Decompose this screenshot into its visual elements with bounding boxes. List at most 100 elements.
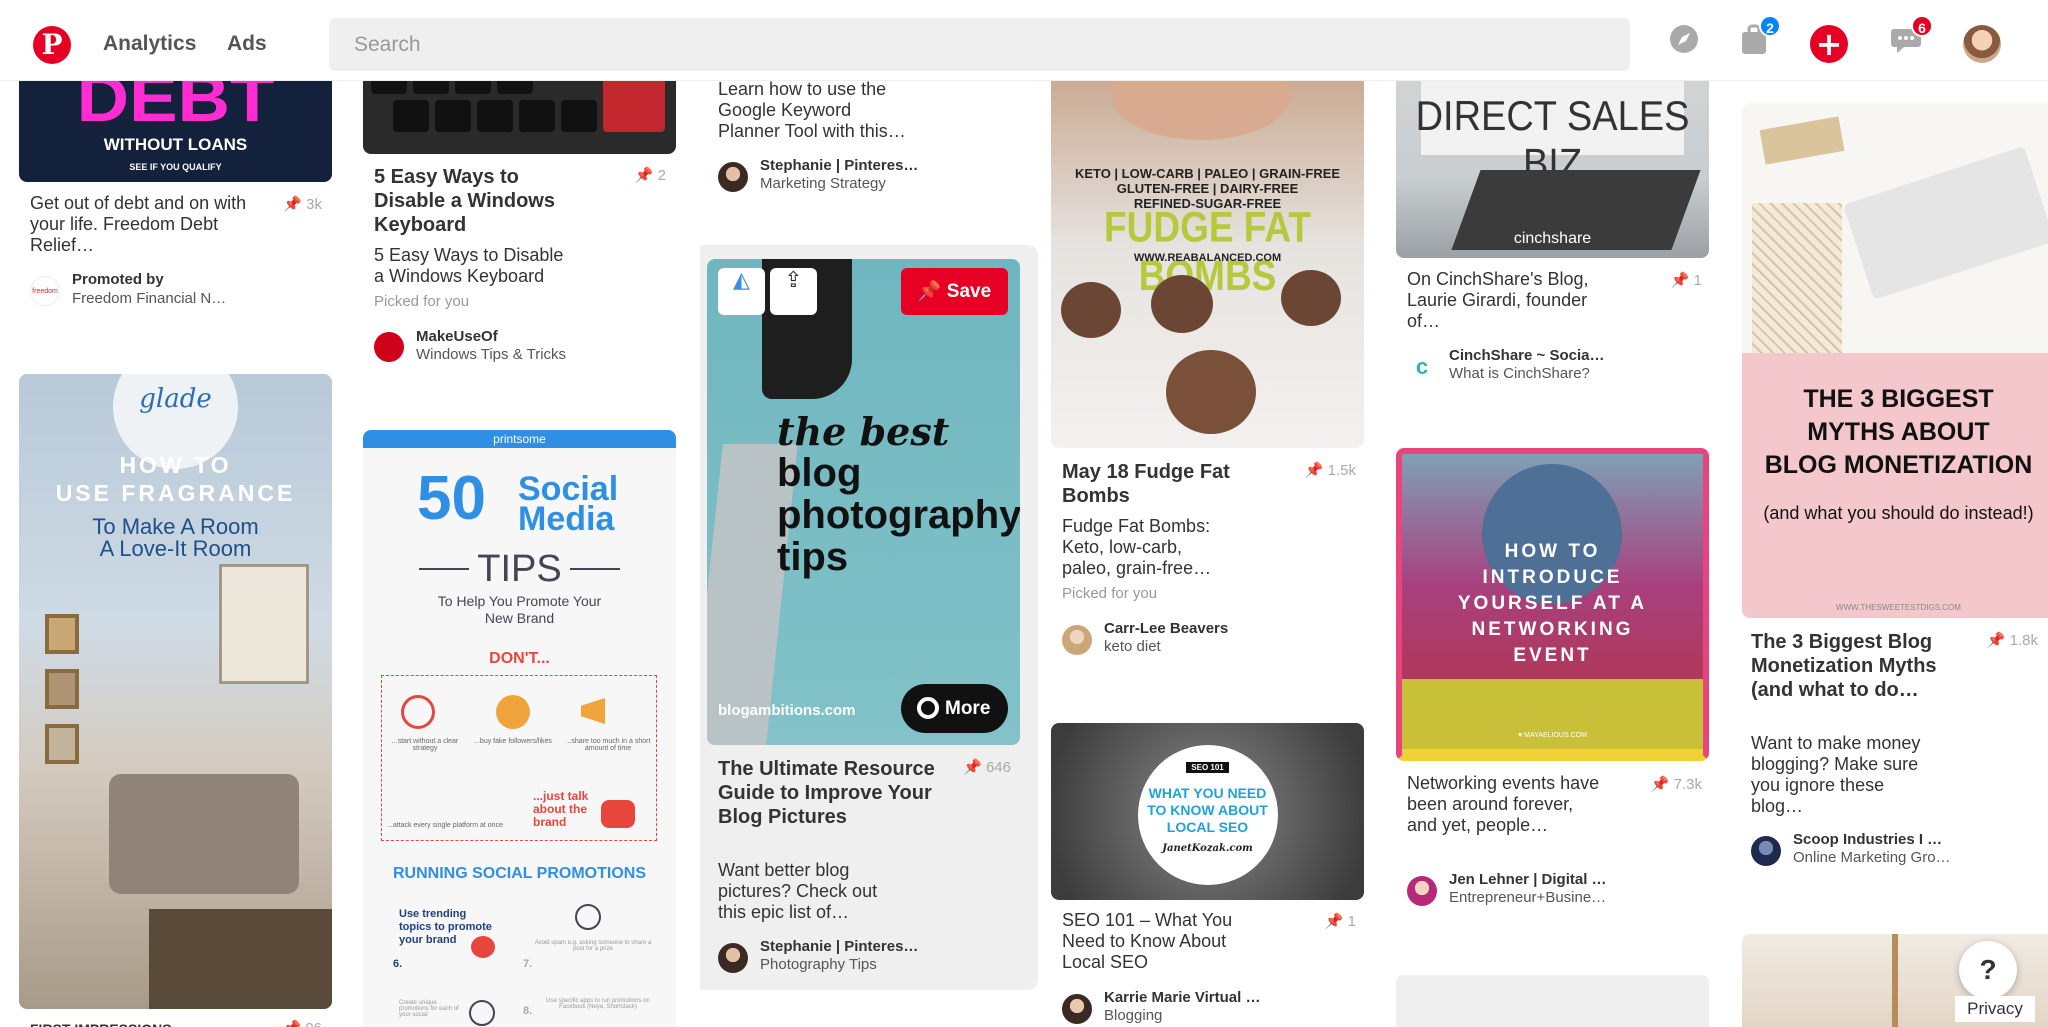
seo-pin-image[interactable]: SEO 101 WHAT YOU NEED TO KNOW ABOUT LOCA… (1051, 723, 1364, 900)
cinch-description: On CinchShare's Blog, Laurie Girardi, fo… (1407, 269, 1589, 331)
scoop-avatar[interactable] (1751, 836, 1781, 866)
tip-9-text: Create unique promotions for each of you… (399, 1000, 459, 1018)
fudge-board[interactable]: keto diet (1104, 638, 1161, 655)
keyword-board[interactable]: Marketing Strategy (760, 175, 886, 192)
blog-line-3: photography (777, 493, 1020, 537)
myths-title[interactable]: The 3 Biggest Blog Monetization Myths (a… (1751, 630, 1971, 702)
help-button[interactable]: ? (1959, 941, 2017, 999)
network-line-3: YOURSELF AT A (1457, 593, 1648, 614)
blog-source-url[interactable]: blogambitions.com (718, 702, 856, 719)
tips-word-2: Media (518, 500, 615, 538)
stephanie-avatar-2[interactable] (718, 943, 748, 973)
network-description: Networking events have been around forev… (1407, 773, 1600, 835)
glade-pin-image[interactable]: glade HOW TO USE FRAGRANCE To Make A Roo… (19, 374, 332, 1009)
glade-save-count: 📌 96 (280, 1019, 322, 1027)
myths-user[interactable]: Scoop Industries I … (1793, 831, 2003, 848)
fudge-banner-1: KETO | LOW-CARB | PALEO | GRAIN-FREE (1074, 166, 1341, 181)
blog-title[interactable]: The Ultimate Resource Guide to Improve Y… (718, 757, 938, 829)
network-line-1: HOW TO (1504, 541, 1601, 562)
fudge-user[interactable]: Carr-Lee Beavers (1104, 620, 1228, 637)
analytics-link[interactable]: Analytics (103, 32, 196, 56)
seo-line-1: WHAT YOU NEED (1148, 785, 1267, 801)
cinchshare-pin-image[interactable]: CREATE FOR YOUR DIRECT SALES BIZ cinchsh… (1396, 60, 1709, 258)
key-6 (435, 100, 471, 132)
freedom-logo[interactable]: freedom (30, 276, 60, 306)
debt-cta: SEE IF YOU QUALIFY (129, 162, 222, 172)
save-button[interactable]: 📌 Save (901, 268, 1008, 315)
cinchshare-avatar[interactable]: c (1407, 352, 1437, 382)
cinch-user[interactable]: CinchShare ~ Socia… (1449, 347, 1649, 364)
makeuseof-avatar[interactable] (374, 332, 404, 362)
seo-save-count: 📌 1 (1324, 913, 1356, 930)
social-media-tips-image[interactable]: printsome 50 Social Media TIPS To Help Y… (363, 430, 676, 1027)
messages-icon[interactable]: 6 (1887, 15, 1933, 61)
myths-pin-image[interactable]: THE 3 BIGGEST MYTHS ABOUT BLOG MONETIZAT… (1742, 103, 2048, 618)
network-board[interactable]: Entrepreneur+Busine… (1449, 889, 1629, 906)
carr-lee-avatar[interactable] (1062, 625, 1092, 655)
network-user[interactable]: Jen Lehner | Digital … (1449, 871, 1649, 888)
glade-brand: glade (139, 384, 212, 414)
myths-board[interactable]: Online Marketing Gro… (1793, 849, 2003, 866)
printsome-header: printsome (363, 430, 676, 448)
keyboard-save-count: 📌 2 (634, 167, 666, 184)
seo-board[interactable]: Blogging (1104, 1007, 1162, 1024)
create-pin-icon[interactable]: + (1810, 25, 1848, 63)
fudge-pin-image[interactable]: KETO | LOW-CARB | PALEO | GRAIN-FREE GLU… (1051, 60, 1364, 448)
fudge-ball-main (1166, 350, 1256, 434)
glade-sofa (109, 774, 299, 894)
key-7 (477, 100, 513, 132)
pinterest-logo-icon[interactable]: P (33, 26, 71, 64)
keyboard-user[interactable]: MakeUseOf (416, 328, 498, 345)
blog-board[interactable]: Photography Tips (760, 956, 877, 973)
dont-item-2: ...buy fake followers/likes (474, 738, 552, 745)
keyboard-title[interactable]: 5 Easy Ways to Disable a Windows Keyboar… (374, 165, 574, 237)
blog-line-2: blog (777, 451, 862, 495)
glade-frame-2 (45, 669, 79, 709)
share-icon[interactable]: ⇪ (770, 268, 817, 315)
tips-subtitle: To Help You Promote Your New Brand (437, 593, 602, 626)
jen-avatar[interactable] (1407, 876, 1437, 906)
debt-subheading: WITHOUT LOANS (103, 135, 248, 154)
networking-pin-image[interactable]: HOW TO INTRODUCE YOURSELF AT A NETWORKIN… (1396, 448, 1709, 761)
keyboard-board[interactable]: Windows Tips & Tricks (416, 346, 566, 363)
target-icon (401, 695, 435, 729)
keyword-user[interactable]: Stephanie | Pinteres… (760, 157, 940, 174)
cinch-board[interactable]: What is CinchShare? (1449, 365, 1590, 382)
user-avatar[interactable] (1963, 25, 2001, 63)
fudge-title[interactable]: May 18 Fudge Fat Bombs (1062, 460, 1262, 508)
running-heading: RUNNING SOCIAL PROMOTIONS (392, 865, 647, 882)
cinch-brand: cinchshare (1513, 230, 1592, 247)
blog-user[interactable]: Stephanie | Pinteres… (760, 938, 940, 955)
fudge-ball-3 (1281, 270, 1341, 326)
seo-title[interactable]: SEO 101 – What You Need to Know About Lo… (1062, 910, 1262, 973)
gold-confetti-shape (1752, 203, 1842, 353)
column-3: Learn how to use the Google Keyword Plan… (700, 0, 1050, 1027)
karrie-avatar[interactable] (1062, 994, 1092, 1024)
key-5 (393, 100, 429, 132)
blog-photography-image[interactable]: the best blog photography tips blogambit… (707, 259, 1020, 745)
compass-icon[interactable] (1665, 23, 1703, 61)
seo-line-2: TO KNOW ABOUT (1147, 802, 1268, 818)
heart-icon (471, 936, 495, 958)
column-2: 5 Easy Ways to Disable a Windows Keyboar… (350, 0, 700, 1027)
tips-heading: TIPS (477, 548, 562, 590)
more-button[interactable]: More (901, 684, 1008, 733)
share-network-icon (575, 904, 601, 930)
stephanie-avatar[interactable] (718, 162, 748, 192)
dont-item-3: ...share too much in a short amount of t… (565, 738, 651, 752)
advertiser-name[interactable]: Freedom Financial N… (72, 290, 242, 307)
notifications-icon[interactable]: 2 (1735, 15, 1781, 61)
tip-number-6: 6. (393, 958, 403, 970)
blog-line-1: the best (777, 409, 950, 454)
lamp-cord (1892, 934, 1898, 1027)
blogambitions-logo-icon[interactable]: ◭ (718, 268, 765, 315)
placeholder-pin[interactable] (1396, 975, 1709, 1027)
privacy-link[interactable]: Privacy (1955, 996, 2035, 1022)
debt-description: Get out of debt and on with your life. F… (30, 193, 247, 255)
ads-link[interactable]: Ads (227, 32, 267, 56)
top-bar: P Analytics Ads 2 + 6 (0, 0, 2048, 81)
column-5: CREATE FOR YOUR DIRECT SALES BIZ cinchsh… (1396, 0, 1746, 1027)
myths-line-2: MYTHS ABOUT (1807, 418, 1990, 446)
seo-user[interactable]: Karrie Marie Virtual … (1104, 989, 1294, 1006)
search-input[interactable] (329, 18, 1630, 71)
